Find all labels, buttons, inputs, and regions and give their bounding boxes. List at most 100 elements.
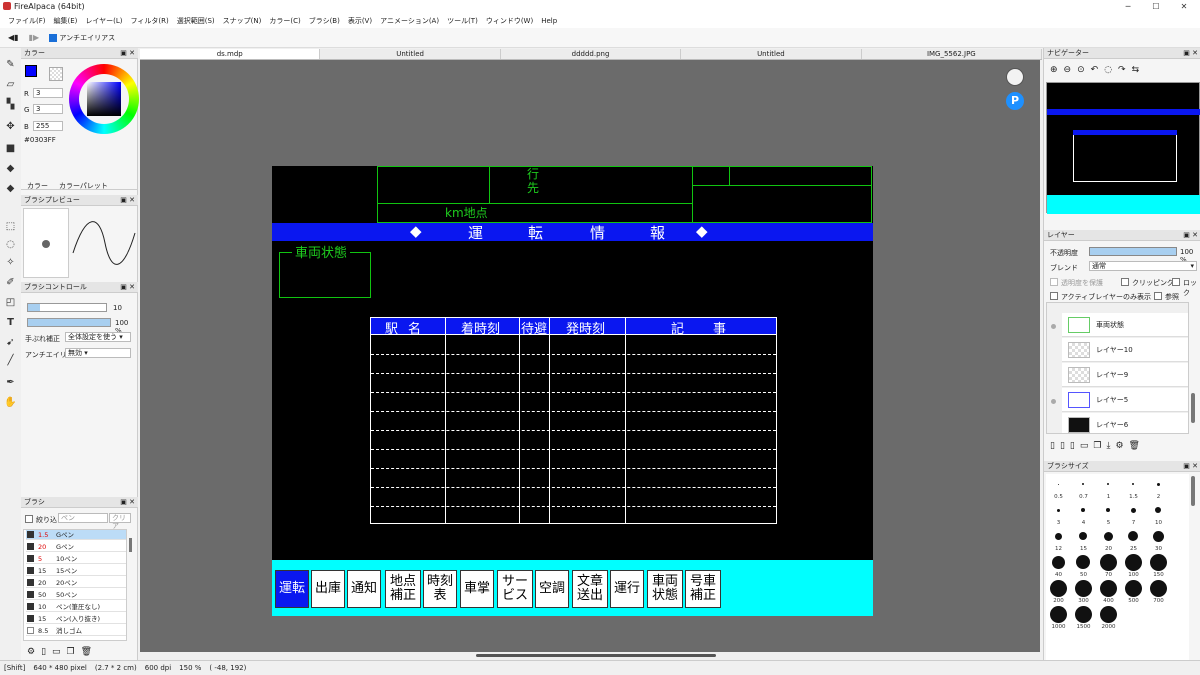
brush-item[interactable]: 15 15ペン <box>26 566 126 576</box>
btn-vehicle-state[interactable]: 車両状態 <box>647 570 683 608</box>
r-input[interactable]: 3 <box>33 88 63 98</box>
brush-size-dot[interactable] <box>1152 530 1164 542</box>
panel-close-icon[interactable]: ▣ ✕ <box>1183 48 1198 59</box>
brush-list-scrollbar[interactable] <box>129 538 132 552</box>
aa-select[interactable]: 無効 ▾ <box>65 348 131 358</box>
new-8bit-layer-icon[interactable]: ▯ <box>1060 441 1070 451</box>
document-canvas[interactable]: 行先 km地点 ◆ 運 転 情 報 ◆ 車両状態 駅名 着時刻 待避 発時刻 記… <box>272 166 873 616</box>
brush-item[interactable]: 20 Gペン <box>26 542 126 552</box>
btn-conductor[interactable]: 車掌 <box>460 570 494 608</box>
brush-size-dot[interactable] <box>1049 605 1067 623</box>
eraser-tool-icon[interactable]: ▱ <box>4 78 17 91</box>
g-input[interactable]: 3 <box>33 104 63 114</box>
rotate-reset-icon[interactable]: ◌ <box>1104 65 1118 75</box>
bucket-tool-icon[interactable]: ◆ <box>4 162 17 175</box>
menu-edit[interactable]: 編集(E) <box>50 16 82 26</box>
brush-item[interactable]: 1.5 Gペン <box>26 530 126 540</box>
rectangle-tool-icon[interactable]: ■ <box>4 142 17 155</box>
select-pen-icon[interactable]: ✐ <box>4 276 17 289</box>
filter-input[interactable]: ペン <box>58 513 108 523</box>
undo-icon[interactable]: ◀▮ <box>8 33 19 42</box>
duplicate-icon[interactable]: ❐ <box>67 647 81 657</box>
brush-size-dot[interactable] <box>1130 507 1136 513</box>
menu-help[interactable]: Help <box>537 17 561 25</box>
brush-size-dot[interactable] <box>1106 508 1110 512</box>
brush-size-dot[interactable] <box>1049 579 1067 597</box>
layer-item[interactable]: レイヤー5 <box>1062 388 1188 412</box>
navigator-preview[interactable] <box>1046 82 1200 214</box>
brush-size-dot[interactable] <box>1074 579 1092 597</box>
panel-close-icon[interactable]: ▣ ✕ <box>1183 230 1198 241</box>
pixiv-icon[interactable]: P <box>1006 92 1024 110</box>
new-1bit-layer-icon[interactable]: ▯ <box>1070 441 1080 451</box>
panel-close-icon[interactable]: ▣ ✕ <box>120 282 135 293</box>
primary-color-swatch[interactable] <box>25 65 37 77</box>
brush-item[interactable]: 20 20ペン <box>26 578 126 588</box>
layer-item[interactable]: レイヤー6 <box>1062 413 1188 433</box>
zoom-fit-icon[interactable]: ⊙ <box>1077 65 1091 75</box>
brush-size-dot[interactable] <box>1099 553 1117 571</box>
divide-tool-icon[interactable]: ╱ <box>4 354 17 367</box>
brush-size-dot[interactable] <box>1076 555 1090 569</box>
horizontal-scrollbar[interactable] <box>476 654 716 657</box>
menu-brush[interactable]: ブラシ(B) <box>305 16 344 26</box>
doc-tab[interactable]: ds.mdp <box>140 49 321 59</box>
brush-size-dot[interactable] <box>1079 532 1087 540</box>
brush-size-dot[interactable] <box>1057 483 1059 485</box>
zoom-out-icon[interactable]: ⊖ <box>1064 65 1078 75</box>
new-folder-icon[interactable]: ▭ <box>1080 441 1094 451</box>
brush-size-dot[interactable] <box>1155 507 1161 513</box>
color-wheel[interactable] <box>69 64 139 134</box>
layer-visibility-icon[interactable] <box>1051 324 1056 329</box>
panel-close-icon[interactable]: ▣ ✕ <box>120 195 135 206</box>
brush-size-dot[interactable] <box>1074 605 1092 623</box>
brush-item[interactable]: 5 10ペン <box>26 554 126 564</box>
brush-size-dot[interactable] <box>1156 482 1160 486</box>
flip-icon[interactable]: ⇆ <box>1132 65 1146 75</box>
delete-icon[interactable]: 🗑 <box>81 647 98 657</box>
clipping-checkbox[interactable] <box>1121 278 1129 286</box>
menu-animation[interactable]: アニメーション(A) <box>376 16 443 26</box>
tab-color-palette[interactable]: カラーパレット <box>59 181 108 191</box>
layer-list-scrollbar[interactable] <box>1191 393 1195 423</box>
delete-layer-icon[interactable]: 🗑 <box>1129 441 1145 451</box>
brush-item[interactable]: 10 ペン(筆圧なし) <box>26 602 126 612</box>
panel-close-icon[interactable]: ▣ ✕ <box>120 497 135 508</box>
brush-size-dot[interactable] <box>1099 605 1117 623</box>
stabilizer-select[interactable]: 全体設定を使う ▾ <box>65 332 131 342</box>
layer-item[interactable]: レイヤー9 <box>1062 363 1188 387</box>
lasso-icon[interactable]: ◌ <box>4 238 17 251</box>
brush-size-dot[interactable] <box>1149 579 1167 597</box>
brush-size-scrollbar[interactable] <box>1191 476 1195 506</box>
operation-tool-icon[interactable]: ➹ <box>4 336 17 349</box>
menu-view[interactable]: 表示(V) <box>344 16 376 26</box>
clear-button[interactable]: クリア <box>109 513 131 530</box>
text-tool-icon[interactable]: T <box>4 316 17 329</box>
btn-notify[interactable]: 通知 <box>347 570 381 608</box>
close-button[interactable]: ✕ <box>1170 0 1198 13</box>
menu-snap[interactable]: スナップ(N) <box>219 16 266 26</box>
dot-tool-icon[interactable]: ▚ <box>4 98 17 111</box>
btn-send-text[interactable]: 文章送出 <box>572 570 608 608</box>
redo-icon[interactable]: ▮▶ <box>29 33 40 42</box>
hand-tool-icon[interactable]: ✋ <box>4 396 17 409</box>
brush-size-dot[interactable] <box>1056 508 1060 512</box>
brush-size-dot[interactable] <box>1124 553 1142 571</box>
btn-run[interactable]: 運行 <box>610 570 644 608</box>
layer-opacity-slider[interactable] <box>1089 247 1177 256</box>
btn-service[interactable]: サービス <box>497 570 533 608</box>
doc-tab[interactable]: Untitled <box>681 49 862 59</box>
layer-visibility-icon[interactable] <box>1051 399 1056 404</box>
menu-tool[interactable]: ツール(T) <box>443 16 482 26</box>
brush-size-slider[interactable] <box>27 303 107 312</box>
new-layer-icon[interactable]: ▯ <box>1050 441 1060 451</box>
btn-car-correct[interactable]: 号車補正 <box>685 570 721 608</box>
mascot-icon[interactable] <box>1006 68 1024 86</box>
pen-tool-icon[interactable]: ✎ <box>4 58 17 71</box>
maximize-button[interactable]: ☐ <box>1142 0 1170 13</box>
brush-size-dot[interactable] <box>1082 483 1084 485</box>
lock-checkbox[interactable] <box>1172 278 1180 286</box>
brush-item[interactable]: 50 50ペン <box>26 590 126 600</box>
menu-selection[interactable]: 選択範囲(S) <box>173 16 219 26</box>
color-square[interactable] <box>87 82 121 116</box>
